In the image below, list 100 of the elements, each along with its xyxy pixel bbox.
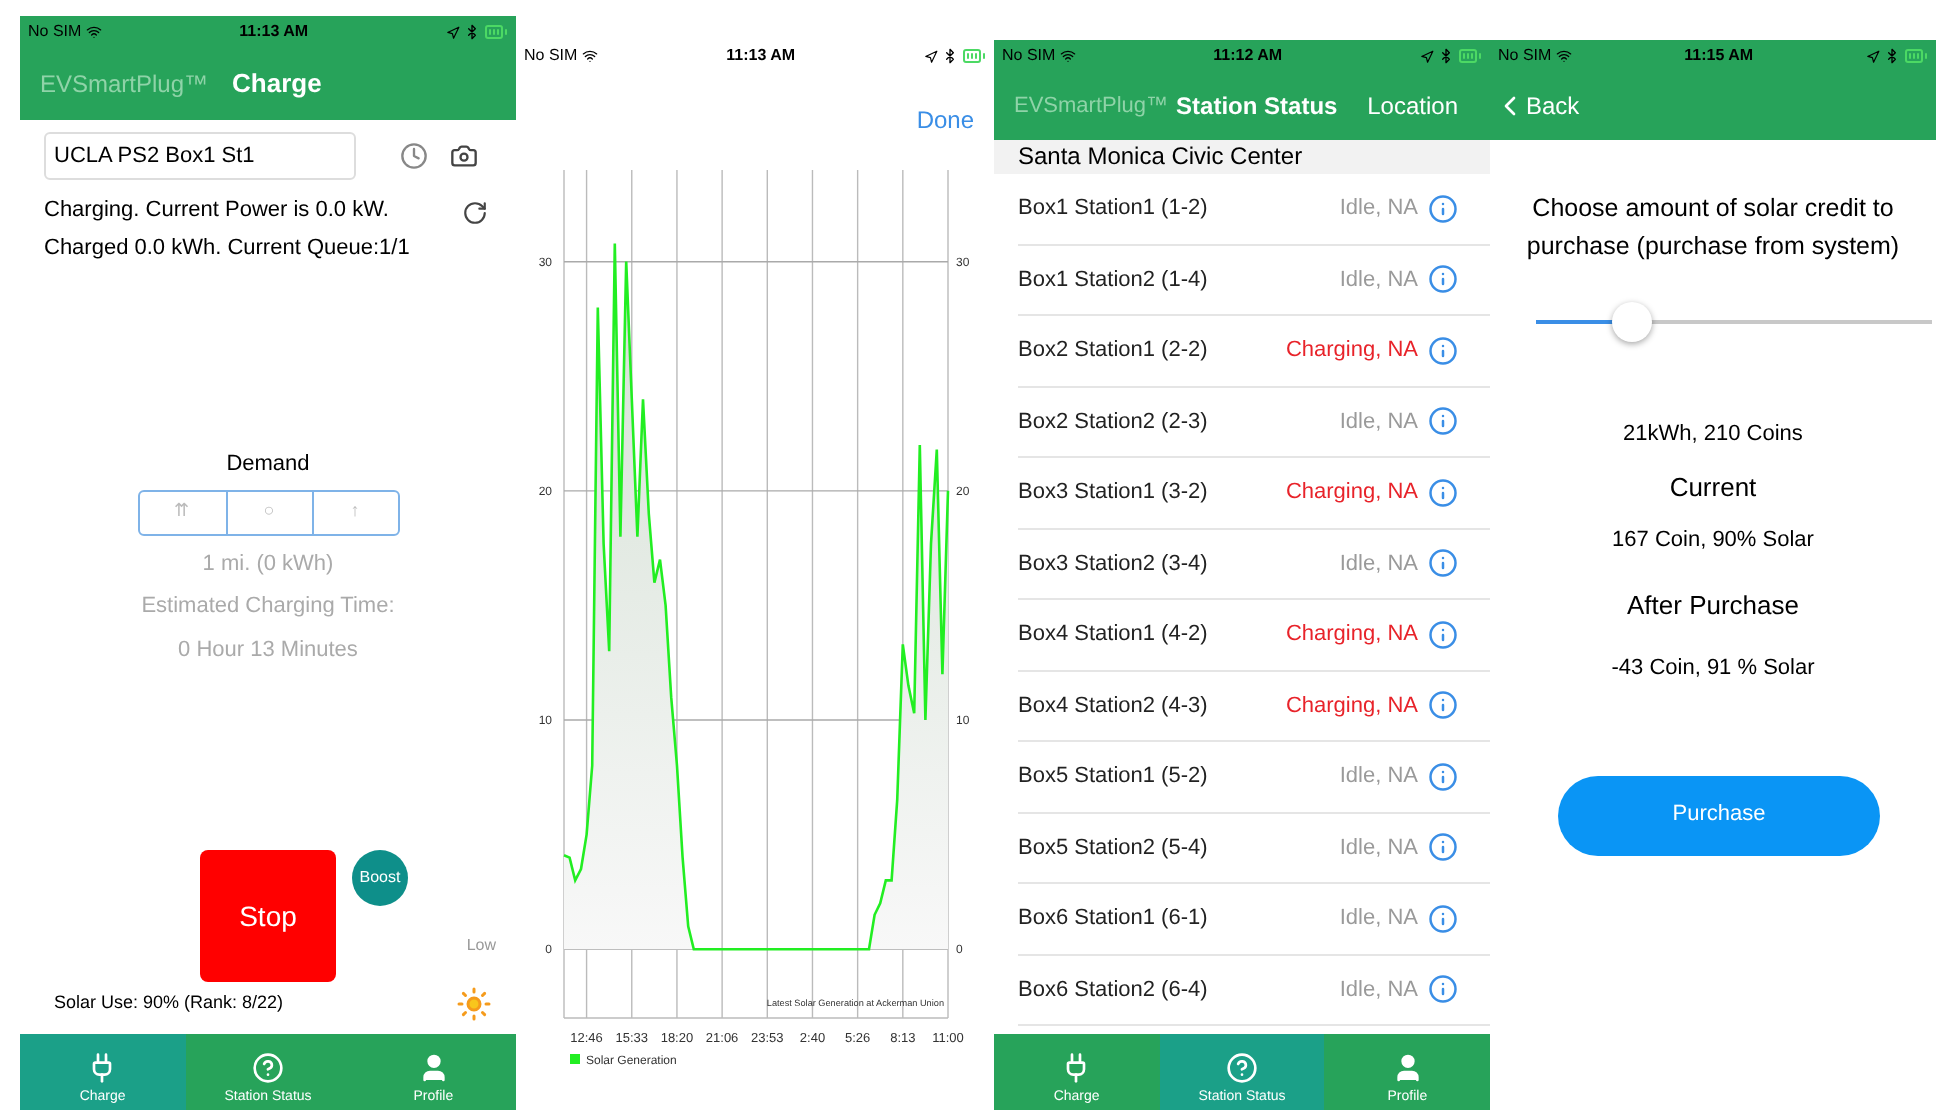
- station-status: Idle, NA: [1339, 407, 1418, 437]
- amount-text: 21kWh, 210 Coins: [1623, 420, 1803, 450]
- carrier-label: No SIM: [1498, 44, 1552, 68]
- station-status: Charging, NA: [1285, 336, 1418, 366]
- station-status: Idle, NA: [1339, 549, 1418, 579]
- info-icon[interactable]: [1428, 761, 1458, 792]
- after-purchase-heading: After Purchase: [1627, 587, 1799, 623]
- sun-icon: [456, 986, 492, 1022]
- bluetooth-icon: [942, 48, 958, 64]
- person-icon: [1391, 1051, 1424, 1083]
- clock-time: 11:13 AM: [726, 44, 796, 68]
- bluetooth-icon: [464, 24, 480, 40]
- station-name: Box2 Station2 (2-3): [1018, 407, 1208, 437]
- purchase-prompt: Choose amount of solar credit to purchase (purchase from system): [1524, 192, 1902, 264]
- bluetooth-icon: [1884, 48, 1900, 64]
- info-icon[interactable]: [1428, 903, 1458, 934]
- back-button[interactable]: Back: [1494, 88, 1580, 124]
- battery-icon: [1458, 44, 1482, 68]
- location-icon: [1420, 49, 1434, 63]
- info-icon[interactable]: [1428, 974, 1458, 1005]
- station-name: Box3 Station2 (3-4): [1018, 549, 1208, 579]
- app-title: EVSmartPlug™: [40, 68, 209, 102]
- status-text: Charged 0.0 kWh. Current Queue:1/1: [44, 234, 410, 264]
- carrier-label: No SIM: [524, 44, 578, 68]
- solar-use-text: Solar Use: 90% (Rank: 8/22): [54, 990, 284, 1017]
- wifi-icon: [581, 48, 598, 64]
- clock-time: 11:15 AM: [1684, 44, 1754, 68]
- carrier-label: No SIM: [28, 20, 82, 44]
- charging-time-value: 0 Hour 13 Minutes: [178, 635, 358, 665]
- help-icon: [1226, 1051, 1258, 1083]
- station-name: Box1 Station1 (1-2): [1018, 194, 1208, 224]
- screen-title: Charge: [232, 66, 322, 103]
- station-status: Idle, NA: [1339, 975, 1418, 1005]
- info-icon[interactable]: [1428, 477, 1458, 508]
- location-button[interactable]: Location: [1367, 88, 1458, 124]
- screen-title: Station Status: [1176, 90, 1338, 124]
- clock-time: 11:13 AM: [239, 20, 309, 44]
- wifi-icon: [85, 24, 102, 40]
- station-field[interactable]: UCLA PS2 Box1 St1: [44, 132, 356, 180]
- station-name: Box5 Station1 (5-2): [1018, 762, 1208, 792]
- done-button[interactable]: Done: [916, 100, 974, 140]
- distance-text: 1 mi. (0 kWh): [202, 549, 334, 579]
- info-icon[interactable]: [1428, 548, 1458, 579]
- legend-swatch: [570, 1054, 580, 1064]
- stop-button[interactable]: Stop: [200, 850, 336, 982]
- current-value: 167 Coin, 90% Solar: [1612, 526, 1814, 556]
- purchase-button[interactable]: Purchase: [1558, 775, 1880, 855]
- info-icon[interactable]: [1428, 832, 1458, 863]
- battery-icon: [484, 20, 508, 44]
- station-name: Box6 Station2 (6-4): [1018, 975, 1208, 1005]
- boost-button[interactable]: Boost: [352, 850, 408, 906]
- station-status: Idle, NA: [1339, 833, 1418, 863]
- person-icon: [417, 1051, 450, 1083]
- station-name: Box6 Station1 (6-1): [1018, 904, 1208, 934]
- charging-time-label: Estimated Charging Time:: [141, 592, 395, 622]
- status-text: Charging. Current Power is 0.0 kW.: [44, 196, 391, 226]
- info-icon[interactable]: [1428, 335, 1458, 366]
- camera-icon[interactable]: [450, 142, 478, 170]
- clock-icon[interactable]: [400, 142, 428, 170]
- section-header: Santa Monica Civic Center: [994, 140, 1490, 174]
- refresh-icon[interactable]: [462, 200, 488, 226]
- carrier-label: No SIM: [1002, 44, 1056, 68]
- station-status: Idle, NA: [1339, 194, 1418, 224]
- demand-segment[interactable]: ↑: [311, 491, 397, 533]
- bluetooth-icon: [1438, 48, 1454, 64]
- info-icon[interactable]: [1428, 264, 1458, 295]
- station-status: Charging, NA: [1285, 620, 1418, 650]
- station-status: Charging, NA: [1285, 478, 1418, 508]
- station-name: Box1 Station2 (1-4): [1018, 265, 1208, 295]
- after-purchase-value: -43 Coin, 91 % Solar: [1611, 654, 1815, 684]
- station-name: Box4 Station1 (4-2): [1018, 620, 1208, 650]
- station-status: Idle, NA: [1339, 265, 1418, 295]
- station-name: Box3 Station1 (3-2): [1018, 478, 1208, 508]
- info-icon[interactable]: [1428, 406, 1458, 437]
- info-icon[interactable]: [1428, 619, 1458, 650]
- station-status: Idle, NA: [1339, 904, 1418, 934]
- location-icon: [1866, 49, 1880, 63]
- location-icon: [924, 49, 938, 63]
- demand-segment[interactable]: ○: [225, 491, 311, 533]
- station-name: Box2 Station1 (2-2): [1018, 336, 1208, 366]
- current-heading: Current: [1669, 469, 1757, 505]
- info-icon[interactable]: [1428, 193, 1458, 224]
- app-title: EVSmartPlug™: [1014, 91, 1169, 122]
- slider-thumb[interactable]: [1611, 302, 1652, 342]
- help-icon: [252, 1051, 284, 1083]
- station-name: Box4 Station2 (4-3): [1018, 691, 1208, 721]
- demand-label: Demand: [226, 450, 310, 480]
- demand-segment[interactable]: ⇈: [139, 491, 225, 533]
- station-name: Box5 Station2 (5-4): [1018, 833, 1208, 863]
- location-icon: [446, 25, 460, 39]
- battery-icon: [962, 44, 986, 68]
- station-status: Charging, NA: [1285, 691, 1418, 721]
- wifi-icon: [1555, 48, 1572, 64]
- info-icon[interactable]: [1428, 690, 1458, 721]
- clock-time: 11:12 AM: [1213, 44, 1283, 68]
- wifi-icon: [1059, 48, 1076, 64]
- credit-slider[interactable]: [1536, 302, 1932, 342]
- station-status: Idle, NA: [1339, 762, 1418, 792]
- battery-icon: [1904, 44, 1928, 68]
- solar-level-label: Low: [466, 934, 496, 958]
